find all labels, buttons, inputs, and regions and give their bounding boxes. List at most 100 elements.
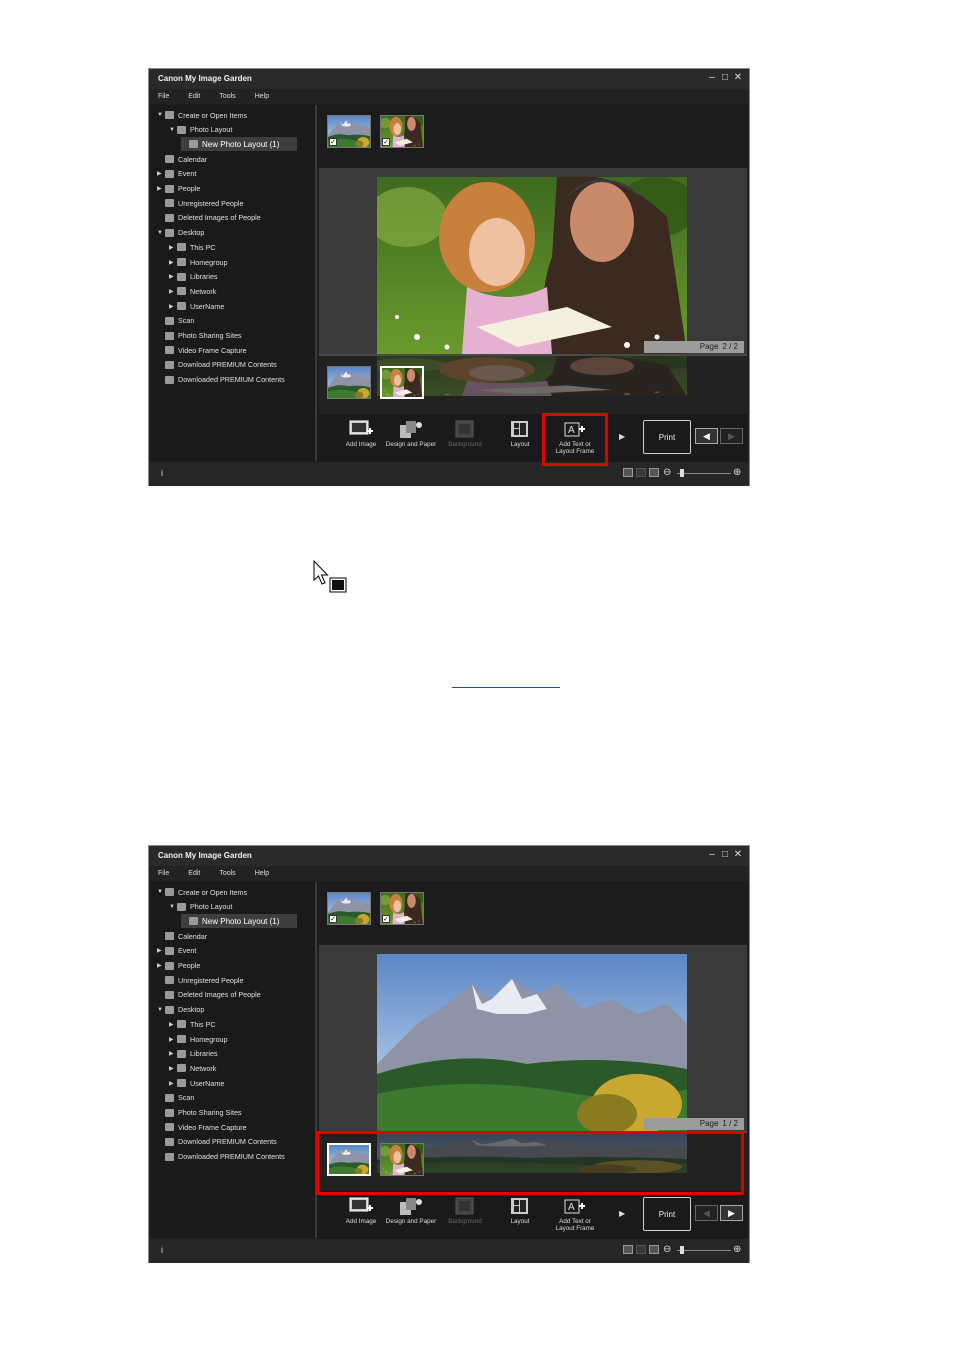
tree-expander-icon[interactable]: ▶ <box>157 947 165 954</box>
design-paper-button[interactable]: Design and Paper <box>385 419 437 461</box>
menu-tools[interactable]: Tools <box>210 866 245 881</box>
tree-item[interactable]: ▼ Create or Open Items <box>157 885 247 899</box>
tree-item[interactable]: ▶ Libraries <box>169 1047 218 1061</box>
expand-arrow-icon[interactable]: ▶ <box>619 1209 625 1218</box>
checkmark-icon[interactable]: ✓ <box>329 915 337 923</box>
view-fit-icon[interactable] <box>649 468 659 477</box>
tree-expander-icon[interactable]: ▶ <box>169 1021 177 1028</box>
image-thumbnail[interactable]: ✓ <box>327 115 371 148</box>
menu-help[interactable]: Help <box>246 866 279 881</box>
tree-expander-icon[interactable]: ▶ <box>169 1080 177 1087</box>
tree-expander-icon[interactable]: ▶ <box>157 962 165 969</box>
tree-item[interactable]: ▶ Homegroup <box>169 255 228 269</box>
tree-item[interactable]: ▶ This PC <box>169 240 216 254</box>
tree-expander-icon[interactable]: ▶ <box>169 303 177 310</box>
zoom-handle[interactable] <box>680 1246 684 1254</box>
tree-item[interactable]: Downloaded PREMIUM Contents <box>157 1150 285 1164</box>
tree-item[interactable]: ▼ Photo Layout <box>169 900 232 914</box>
image-thumbnail[interactable]: ✓ <box>380 115 424 148</box>
tree-expander-icon[interactable]: ▶ <box>157 185 165 192</box>
tree-item[interactable]: ▶ Libraries <box>169 270 218 284</box>
print-button[interactable]: Print <box>643 1197 691 1231</box>
tree-item[interactable]: Unregistered People <box>157 196 244 210</box>
design-paper-button[interactable]: Design and Paper <box>385 1196 437 1238</box>
checkmark-icon[interactable]: ✓ <box>329 138 337 146</box>
tree-item[interactable]: New Photo Layout (1) <box>181 137 298 152</box>
tree-expander-icon[interactable]: ▶ <box>169 288 177 295</box>
tree-item[interactable]: Unregistered People <box>157 973 244 987</box>
tree-expander-icon[interactable]: ▼ <box>169 127 177 133</box>
tree-item[interactable]: Scan <box>157 314 194 328</box>
tree-item[interactable]: ▼ Desktop <box>157 1003 204 1017</box>
zoom-track[interactable] <box>677 1250 731 1251</box>
image-thumbnail[interactable]: ✓ <box>380 892 424 925</box>
layout-photo[interactable] <box>377 954 687 1131</box>
zoom-out-icon[interactable]: ⊖ <box>663 467 671 478</box>
menu-help[interactable]: Help <box>246 89 279 104</box>
checkmark-icon[interactable]: ✓ <box>382 915 390 923</box>
tree-item[interactable]: ▶ Network <box>169 1061 216 1075</box>
menu-tools[interactable]: Tools <box>210 89 245 104</box>
tree-expander-icon[interactable]: ▼ <box>169 904 177 910</box>
add-text-button[interactable]: A Add Text or Layout Frame <box>549 1196 601 1238</box>
tree-item[interactable]: Calendar <box>157 929 207 943</box>
tree-item[interactable]: ▶ UserName <box>169 299 224 313</box>
zoom-slider[interactable]: ⊖ ⊕ <box>663 467 743 479</box>
tree-expander-icon[interactable]: ▶ <box>169 1050 177 1057</box>
zoom-in-icon[interactable]: ⊕ <box>733 1244 741 1255</box>
view-fit-icon[interactable] <box>649 1245 659 1254</box>
zoom-track[interactable] <box>677 473 731 474</box>
close-icon[interactable]: ✕ <box>733 849 743 861</box>
next-page-icon[interactable]: ▶ <box>720 1205 743 1221</box>
image-thumbnail[interactable]: ✓ <box>327 892 371 925</box>
maximize-icon[interactable]: □ <box>720 72 730 84</box>
checkmark-icon[interactable]: ✓ <box>382 138 390 146</box>
info-icon[interactable]: i <box>161 468 163 478</box>
view-list-icon[interactable] <box>636 468 646 477</box>
zoom-out-icon[interactable]: ⊖ <box>663 1244 671 1255</box>
tree-item[interactable]: ▼ Desktop <box>157 226 204 240</box>
tree-item[interactable]: ▼ Photo Layout <box>169 123 232 137</box>
tree-item[interactable]: ▶ Event <box>157 944 196 958</box>
prev-page-icon[interactable]: ◀ <box>695 1205 718 1221</box>
tree-item[interactable]: Download PREMIUM Contents <box>157 1135 277 1149</box>
page-thumbnail[interactable] <box>327 366 371 399</box>
next-page-icon[interactable]: ▶ <box>720 428 743 444</box>
tree-expander-icon[interactable]: ▶ <box>157 170 165 177</box>
view-single-icon[interactable] <box>623 468 633 477</box>
page-thumbnail[interactable] <box>380 366 424 399</box>
tree-expander-icon[interactable]: ▶ <box>169 273 177 280</box>
zoom-in-icon[interactable]: ⊕ <box>733 467 741 478</box>
add-image-button[interactable]: Add Image <box>335 419 387 461</box>
tree-item[interactable]: Video Frame Capture <box>157 343 247 357</box>
tree-expander-icon[interactable]: ▼ <box>157 1007 165 1013</box>
tree-expander-icon[interactable]: ▼ <box>157 230 165 236</box>
prev-page-icon[interactable]: ◀ <box>695 428 718 444</box>
reference-link[interactable] <box>452 676 560 688</box>
menu-edit[interactable]: Edit <box>179 866 210 881</box>
tree-item[interactable]: ▼ Create or Open Items <box>157 108 247 122</box>
minimize-icon[interactable]: – <box>707 72 717 84</box>
tree-expander-icon[interactable]: ▶ <box>169 1065 177 1072</box>
layout-button[interactable]: Layout <box>494 419 546 461</box>
tree-item[interactable]: ▶ Event <box>157 167 196 181</box>
menu-file[interactable]: File <box>149 89 179 104</box>
menu-file[interactable]: File <box>149 866 179 881</box>
tree-item[interactable]: ▶ People <box>157 959 200 973</box>
tree-item[interactable]: ▶ People <box>157 182 200 196</box>
tree-item[interactable]: Downloaded PREMIUM Contents <box>157 373 285 387</box>
menu-edit[interactable]: Edit <box>179 89 210 104</box>
layout-photo[interactable] <box>377 177 687 354</box>
tree-item[interactable]: Deleted Images of People <box>157 211 261 225</box>
tree-expander-icon[interactable]: ▶ <box>169 1036 177 1043</box>
tree-item[interactable]: Scan <box>157 1091 194 1105</box>
tree-expander-icon[interactable]: ▶ <box>169 244 177 251</box>
tree-item[interactable]: Download PREMIUM Contents <box>157 358 277 372</box>
tree-expander-icon[interactable]: ▼ <box>157 889 165 895</box>
tree-item[interactable]: Calendar <box>157 152 207 166</box>
tree-item[interactable]: Deleted Images of People <box>157 988 261 1002</box>
tree-item[interactable]: Photo Sharing Sites <box>157 329 242 343</box>
tree-item[interactable]: ▶ UserName <box>169 1076 224 1090</box>
view-single-icon[interactable] <box>623 1245 633 1254</box>
zoom-slider[interactable]: ⊖ ⊕ <box>663 1244 743 1256</box>
